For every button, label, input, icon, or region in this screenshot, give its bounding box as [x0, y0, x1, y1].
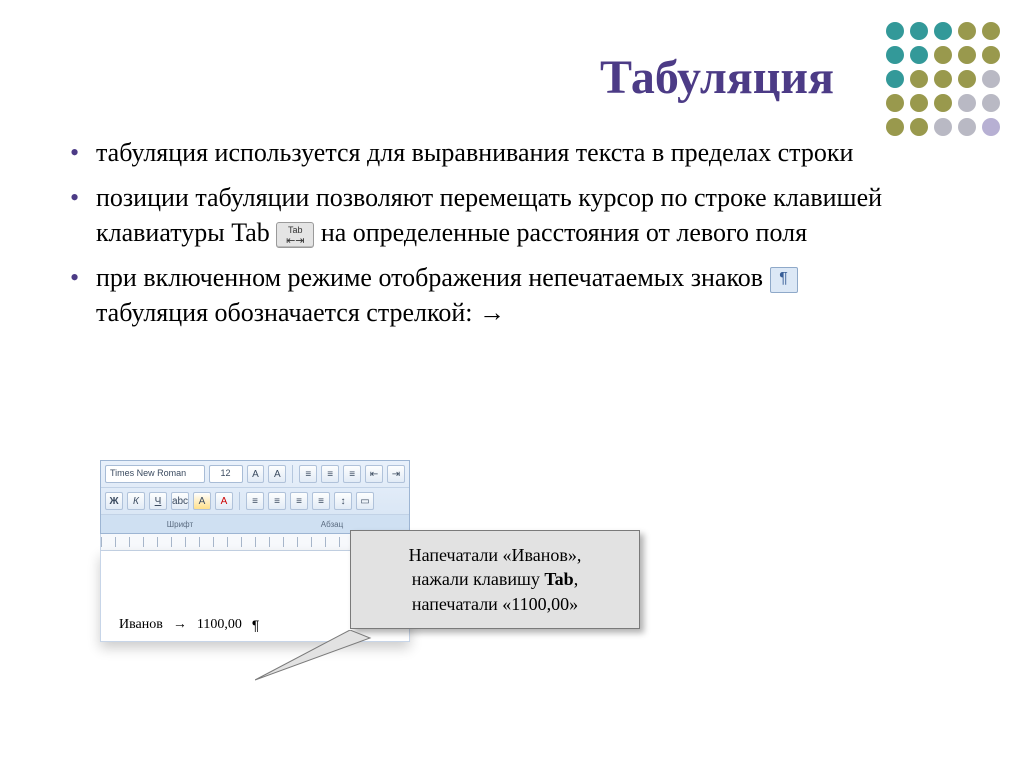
- list-multilevel-icon: ≡: [343, 465, 361, 483]
- ribbon-panel: Times New Roman 12 A A ≡ ≡ ≡ ⇤ ⇥ Ж К Ч a…: [100, 460, 410, 534]
- callout-text: нажали клавишу: [412, 569, 545, 589]
- font-color-icon: A: [215, 492, 233, 510]
- bullet-list: табуляция используется для выравнивания …: [70, 135, 914, 330]
- bullet-text: табуляция используется для выравнивания …: [96, 138, 853, 167]
- bullet-item-3: при включенном режиме отображения непеча…: [70, 260, 914, 330]
- indent-increase-icon: ⇥: [387, 465, 405, 483]
- ribbon-row-format: Ж К Ч abc A A ≡ ≡ ≡ ≡ ↕ ▭: [101, 488, 409, 515]
- align-justify-icon: ≡: [312, 492, 330, 510]
- bullet-text-part: табуляция обозначается стрелкой: →: [96, 298, 505, 327]
- bold-icon: Ж: [105, 492, 123, 510]
- tab-key-arrows: ⇤⇥: [277, 236, 313, 246]
- slide: Табуляция табуляция используется для выр…: [0, 0, 1024, 767]
- align-right-icon: ≡: [290, 492, 308, 510]
- list-numbers-icon: ≡: [321, 465, 339, 483]
- font-size-combo: 12: [209, 465, 243, 483]
- callout-line-2: нажали клавишу Tab,: [365, 567, 625, 591]
- align-center-icon: ≡: [268, 492, 286, 510]
- font-name-combo: Times New Roman: [105, 465, 205, 483]
- strike-icon: abc: [171, 492, 189, 510]
- sample-name: Иванов: [119, 617, 163, 633]
- decorative-dot-grid: [886, 22, 1002, 138]
- bullet-item-1: табуляция используется для выравнивания …: [70, 135, 914, 170]
- bullet-text-part: на определенные расстояния от левого пол…: [321, 218, 807, 247]
- pilcrow-icon: ¶: [770, 267, 798, 293]
- slide-title: Табуляция: [70, 50, 834, 105]
- highlight-icon: A: [193, 492, 211, 510]
- ribbon-row-font: Times New Roman 12 A A ≡ ≡ ≡ ⇤ ⇥: [101, 461, 409, 488]
- align-left-icon: ≡: [246, 492, 264, 510]
- grow-font-icon: A: [247, 465, 265, 483]
- list-bullets-icon: ≡: [299, 465, 317, 483]
- tab-key-icon: Tab ⇤⇥: [276, 222, 314, 248]
- callout-bold: Tab: [544, 569, 573, 589]
- document-sample-line: Иванов → 1100,00¶: [119, 617, 259, 633]
- shrink-font-icon: A: [268, 465, 286, 483]
- callout-text: ,: [574, 569, 579, 589]
- group-label-font: Шрифт: [167, 520, 193, 529]
- underline-icon: Ч: [149, 492, 167, 510]
- group-label-paragraph: Абзац: [321, 520, 343, 529]
- tab-arrow-icon: →: [173, 617, 187, 633]
- shading-icon: ▭: [356, 492, 374, 510]
- line-spacing-icon: ↕: [334, 492, 352, 510]
- callout-box: Напечатали «Иванов», нажали клавишу Tab,…: [350, 530, 640, 629]
- callout-line-1: Напечатали «Иванов»,: [365, 543, 625, 567]
- bullet-item-2: позиции табуляции позволяют перемещать к…: [70, 180, 914, 250]
- italic-icon: К: [127, 492, 145, 510]
- callout-line-3: напечатали «1100,00»: [365, 592, 625, 616]
- sample-value: 1100,00: [197, 617, 242, 633]
- bullet-text-part: при включенном режиме отображения непеча…: [96, 263, 770, 292]
- indent-decrease-icon: ⇤: [365, 465, 383, 483]
